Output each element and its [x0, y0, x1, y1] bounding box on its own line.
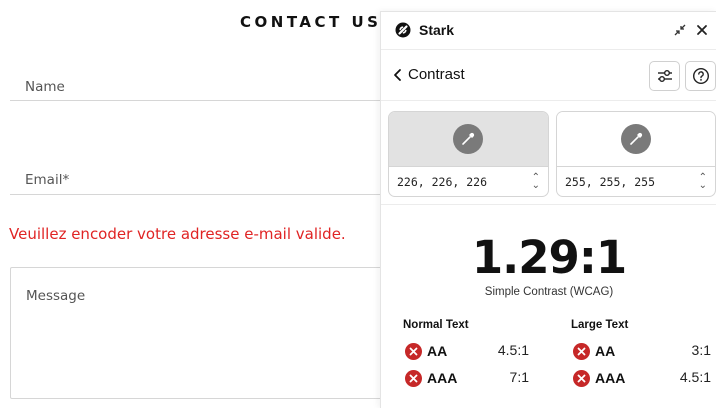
background-color-card: 255, 255, 255 ⌃ ⌄	[556, 111, 716, 197]
help-icon	[692, 67, 709, 85]
help-button[interactable]	[685, 61, 716, 91]
background-value-input[interactable]: 255, 255, 255 ⌃ ⌄	[557, 166, 715, 196]
name-field-label: Name	[25, 79, 65, 95]
value-stepper-icon[interactable]: ⌃ ⌄	[699, 172, 707, 190]
eyedropper-button[interactable]	[453, 124, 483, 154]
foreground-color-card: 226, 226, 226 ⌃ ⌄	[388, 111, 549, 197]
large-text-title: Large Text	[571, 319, 629, 331]
app-name: Stark	[419, 22, 455, 38]
result-row: AAA	[573, 369, 625, 387]
name-field[interactable]	[10, 100, 390, 101]
fail-icon	[573, 342, 590, 360]
chevron-left-icon	[394, 68, 401, 81]
settings-button[interactable]	[649, 61, 680, 91]
fail-icon	[405, 342, 422, 360]
result-row: AA	[573, 342, 615, 360]
email-field[interactable]	[10, 194, 390, 195]
minimize-icon[interactable]	[671, 21, 689, 39]
eyedropper-icon	[462, 132, 475, 145]
panel-header: Stark	[381, 12, 716, 50]
fail-icon	[405, 369, 422, 387]
normal-text-title: Normal Text	[403, 319, 469, 331]
stark-logo-icon	[395, 22, 411, 38]
foreground-value-input[interactable]: 226, 226, 226 ⌃ ⌄	[389, 166, 548, 196]
wcag-level: AAA	[427, 370, 458, 386]
back-button[interactable]: Contrast	[393, 66, 465, 83]
required-ratio: 4.5:1	[679, 369, 711, 385]
fail-icon	[573, 369, 590, 387]
result-row: AA	[405, 342, 447, 360]
email-field-label: Email*	[25, 172, 70, 188]
wcag-level: AA	[427, 343, 448, 359]
wcag-level: AAA	[595, 370, 626, 386]
value-stepper-icon[interactable]: ⌃ ⌄	[532, 172, 540, 190]
result-row: AAA	[405, 369, 457, 387]
nav-row: Contrast	[381, 50, 716, 100]
divider	[381, 204, 716, 205]
required-ratio: 3:1	[691, 342, 711, 358]
foreground-value: 226, 226, 226	[397, 174, 488, 189]
sliders-icon	[657, 70, 672, 82]
wcag-level: AA	[595, 343, 616, 359]
eyedropper-button[interactable]	[621, 124, 651, 154]
message-field-label: Message	[26, 288, 86, 304]
required-ratio: 4.5:1	[497, 342, 529, 358]
contrast-caption: Simple Contrast (WCAG)	[484, 286, 614, 298]
divider	[381, 100, 716, 101]
eyedropper-icon	[630, 132, 643, 145]
email-error-message: Veuillez encoder votre adresse e-mail va…	[9, 225, 346, 243]
contrast-ratio: 1.29:1	[471, 231, 627, 284]
back-button-label: Contrast	[408, 66, 465, 83]
close-icon[interactable]	[693, 21, 711, 39]
required-ratio: 7:1	[509, 369, 529, 385]
stark-panel: Stark Contrast 226, 226, 226 ⌃ ⌄ 255, 25…	[380, 11, 716, 408]
background-value: 255, 255, 255	[565, 174, 656, 189]
message-field[interactable]: Message	[10, 267, 432, 399]
page-title: CONTACT US	[240, 13, 382, 31]
